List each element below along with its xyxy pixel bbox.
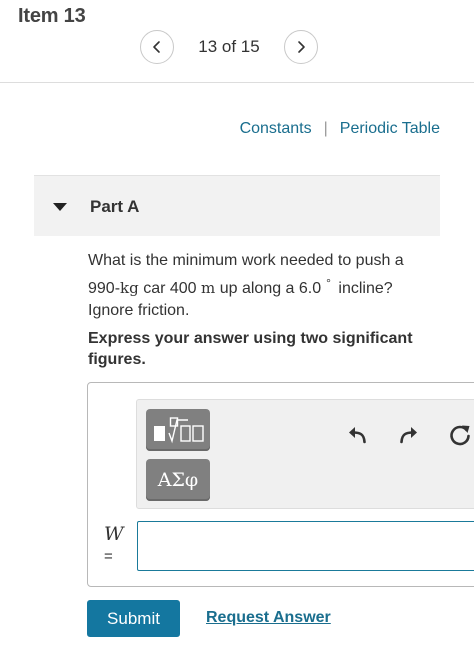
undo-icon[interactable] bbox=[346, 422, 370, 446]
question-text: What is the minimum work needed to push … bbox=[88, 252, 404, 319]
distance-unit: m bbox=[201, 279, 216, 297]
question-segment: What is the minimum work needed to push … bbox=[88, 252, 404, 269]
chevron-left-icon bbox=[153, 41, 160, 53]
reset-icon[interactable] bbox=[447, 422, 473, 448]
item-pager: 13 of 15 bbox=[140, 30, 318, 64]
equals-sign: = bbox=[104, 548, 113, 565]
previous-item-button[interactable] bbox=[140, 30, 174, 64]
greek-symbols-button[interactable]: ΑΣφ bbox=[146, 459, 210, 501]
constants-link[interactable]: Constants bbox=[240, 120, 312, 138]
item-title: Item 13 bbox=[18, 5, 86, 27]
templates-icon bbox=[154, 417, 204, 444]
header-divider bbox=[0, 82, 474, 83]
link-separator: | bbox=[323, 120, 328, 137]
mass-value: 990 bbox=[88, 280, 115, 297]
degree-symbol: ° bbox=[326, 276, 331, 290]
question-segment: up along a bbox=[219, 280, 295, 297]
part-a-header[interactable]: Part A bbox=[34, 175, 440, 236]
question-segment: Ignore friction. bbox=[88, 302, 190, 319]
mass-unit: kg bbox=[120, 279, 139, 297]
math-toolbar: ΑΣφ bbox=[136, 399, 474, 509]
part-label: Part A bbox=[90, 197, 140, 216]
submit-button[interactable]: Submit bbox=[87, 600, 180, 637]
distance-value: 400 bbox=[169, 280, 197, 297]
question-segment: incline? bbox=[338, 280, 393, 297]
chevron-right-icon bbox=[298, 41, 305, 53]
question-segment: car bbox=[143, 280, 166, 297]
answer-variable: W bbox=[104, 523, 124, 545]
answer-input[interactable] bbox=[137, 521, 474, 571]
answer-instruction: Express your answer using two significan… bbox=[88, 330, 413, 368]
request-answer-link[interactable]: Request Answer bbox=[206, 609, 331, 627]
periodic-table-link[interactable]: Periodic Table bbox=[340, 120, 440, 138]
pager-position: 13 of 15 bbox=[198, 37, 260, 56]
next-item-button[interactable] bbox=[284, 30, 318, 64]
answer-panel: ΑΣφ W = bbox=[87, 382, 474, 587]
caret-down-icon[interactable] bbox=[53, 203, 67, 211]
angle-value: 6.0 bbox=[298, 280, 322, 297]
redo-icon[interactable] bbox=[396, 422, 420, 446]
templates-button[interactable] bbox=[146, 409, 210, 451]
resource-links: Constants | Periodic Table bbox=[240, 120, 440, 138]
